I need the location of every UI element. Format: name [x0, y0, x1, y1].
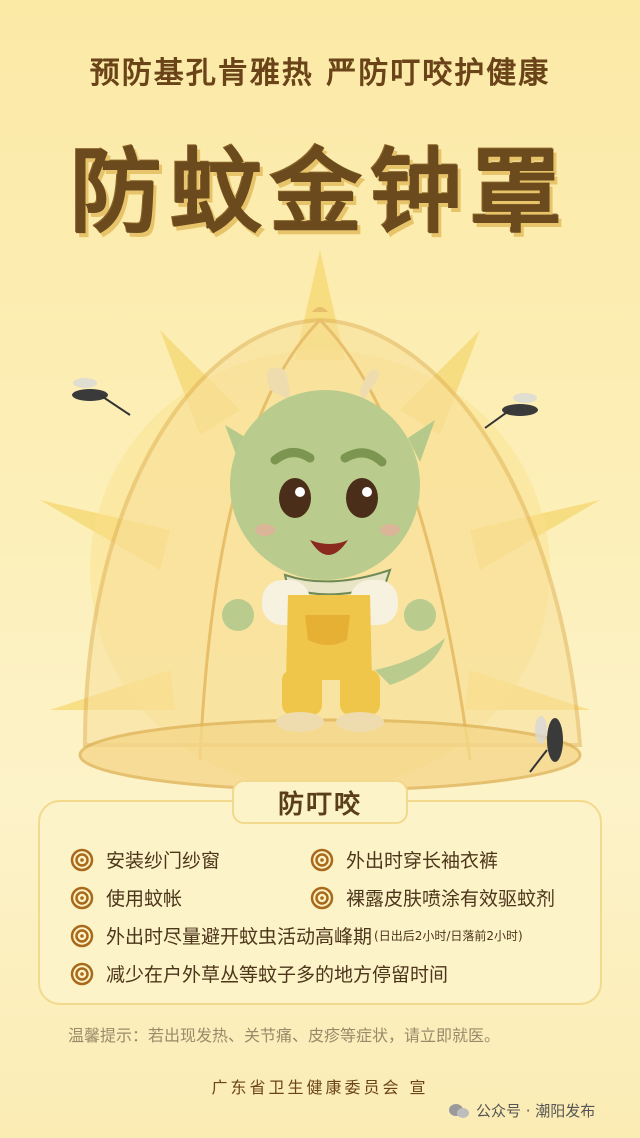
tip-reduce-outdoor: 减少在户外草丛等蚊子多的地方停留时间 — [70, 960, 448, 987]
swirl-icon — [70, 924, 94, 947]
issuer-credit: 广东省卫生健康委员会 宣 — [211, 1078, 429, 1097]
watermark: 公众号 · 潮阳发布 — [448, 1100, 595, 1121]
tip-long-sleeves: 外出时穿长袖衣裤 — [310, 846, 498, 873]
health-reminder: 温馨提示：若出现发热、关节痛、皮疹等症状，请立即就医。 — [68, 1026, 501, 1045]
watermark-text: 公众号 · 潮阳发布 — [476, 1102, 596, 1120]
tip-avoid-peak: 外出时尽量避开蚊虫活动高峰期 (日出后2小时/日落前2小时) — [70, 922, 523, 949]
tip-text: 外出时尽量避开蚊虫活动高峰期 — [106, 926, 373, 948]
wechat-icon — [449, 1103, 469, 1118]
tip-repellent: 裸露皮肤喷涂有效驱蚊剂 — [310, 884, 555, 911]
tip-screens: 安装纱门纱窗 — [70, 846, 220, 873]
mosquito-icon — [484, 393, 538, 429]
swirl-icon — [70, 848, 94, 871]
mosquito-icon — [72, 378, 131, 416]
tip-text: 裸露皮肤喷涂有效驱蚊剂 — [346, 888, 556, 910]
page-title: 防蚊金钟罩 — [69, 139, 570, 246]
tips-heading: 防叮咬 — [232, 780, 408, 824]
tip-text: 使用蚊帐 — [106, 888, 183, 910]
tip-bed-net: 使用蚊帐 — [70, 884, 182, 911]
tip-text: 减少在户外草丛等蚊子多的地方停留时间 — [106, 964, 449, 986]
swirl-icon — [310, 848, 334, 871]
illustration — [40, 250, 600, 792]
tip-text: 外出时穿长袖衣裤 — [346, 850, 499, 872]
tip-text: 安装纱门纱窗 — [106, 850, 221, 872]
swirl-icon — [70, 886, 94, 909]
tip-note: (日出后2小时/日落前2小时) — [374, 929, 523, 943]
swirl-icon — [70, 962, 94, 985]
page-subtitle: 预防基孔肯雅热 严防叮咬护健康 — [89, 56, 551, 91]
swirl-icon — [310, 886, 334, 909]
